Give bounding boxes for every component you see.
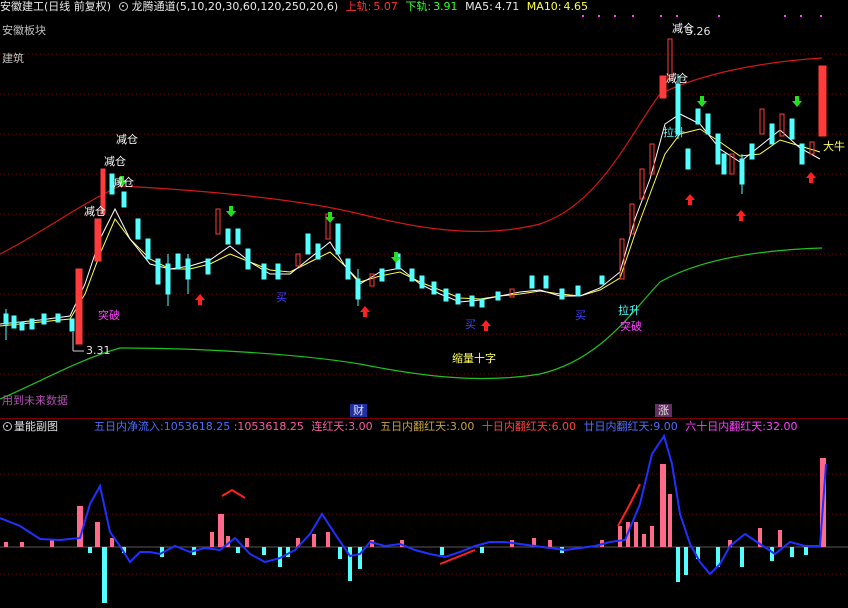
buy-label: 买 [575, 309, 586, 322]
reduce-position-label: 减仓 [666, 72, 688, 85]
stat-value: 3.00 [348, 420, 373, 433]
stat-value: 3.00 [449, 420, 475, 433]
future-data-warning: 用到未来数据 [2, 394, 68, 407]
stat-20day-red: 廿日内翻红天:9.00 [584, 419, 678, 434]
buy-label: 买 [276, 291, 287, 304]
stat-consecutive-red: 连红天:3.00 [311, 419, 372, 434]
breakthrough-label: 突破 [98, 309, 120, 322]
reduce-position-label: 减仓 [112, 176, 134, 189]
buy-label: 买 [465, 318, 476, 331]
top-dot-markers [582, 15, 822, 17]
reduce-position-label: 减仓 [104, 155, 126, 168]
reduce-position-label: 减仓 [84, 205, 106, 218]
flow-line-red-segment [221, 483, 641, 565]
stat-inflow2: :1053618.25 [234, 419, 304, 434]
stat-label: 五日内净流入: [94, 420, 164, 433]
lower-band-value: 3.91 [433, 0, 458, 13]
stat-label: 连红天: [311, 420, 349, 433]
volume-bars-up [4, 458, 826, 547]
upper-band-value: 5.07 [373, 0, 398, 13]
upper-band-label: 上轨: [345, 0, 372, 13]
stat-label: 六十日内翻红天: [685, 420, 766, 433]
lower-band-label: 下轨: [405, 0, 432, 13]
period-label[interactable]: (日线 前复权) [44, 0, 111, 14]
indicator-params: (5,10,20,30,60,120,250,20,6) [175, 0, 339, 13]
grid-lines [0, 53, 848, 375]
stat-value: 1053618.25 [163, 420, 231, 433]
pullup-label: 拉升 [618, 304, 640, 317]
sector-label[interactable]: 建筑 [2, 50, 24, 66]
stat-label: 廿日内翻红天: [583, 420, 654, 433]
ma10-value: 4.65 [563, 0, 589, 13]
stat-value: 6.00 [551, 420, 577, 433]
sub-panel-gear-icon[interactable] [3, 422, 12, 431]
stat-label: 十日内翻红天: [481, 420, 552, 433]
big-bull-label: 大牛 [823, 140, 845, 153]
ma5-value: 4.71 [494, 0, 520, 13]
stat-label: 五日内翻红天: [380, 420, 450, 433]
sub-panel-title[interactable]: 量能副图 [14, 419, 58, 434]
reduce-position-label: 减仓 [116, 133, 138, 146]
flow-line [0, 434, 827, 576]
board-label[interactable]: 安徽板块 [2, 22, 46, 38]
low-price-label: 3.31 [86, 344, 111, 357]
stat-10day-red: 十日内翻红天:6.00 [482, 419, 576, 434]
stat-inflow: 五日内净流入:1053618.25 [94, 419, 230, 434]
stat-value: 9.00 [653, 420, 678, 433]
pullup-label: 拉升 [663, 126, 685, 139]
volume-energy-chart[interactable] [0, 434, 848, 608]
candlestick-chart[interactable] [0, 14, 848, 419]
buy-signal-arrows [195, 172, 816, 331]
ma10-label: MA10: [526, 0, 562, 13]
breakthrough-label: 突破 [620, 320, 642, 333]
reduce-position-label: 减仓 [672, 22, 694, 35]
candle-wicks [5, 74, 743, 340]
stat-60day-red: 六十日内翻红天:32.00 [685, 419, 797, 434]
stat-value: 1053618.25 [237, 420, 304, 433]
indicator-gear-icon[interactable] [118, 2, 128, 11]
stat-5day-red: 五日内翻红天:3.00 [380, 419, 474, 434]
sub-panel-header: 量能副图 五日内净流入:1053618.25 :1053618.25 连红天:3.… [0, 419, 848, 434]
finance-marker[interactable]: 财 [350, 404, 367, 417]
stat-value: 32.00 [766, 420, 798, 433]
shrink-cross-label: 缩量十字 [452, 352, 496, 365]
ma5-label: MA5: [465, 0, 493, 13]
stock-name[interactable]: 安徽建工 [0, 0, 44, 14]
rise-marker[interactable]: 涨 [655, 404, 672, 417]
indicator-name[interactable]: 龙腾通道 [132, 0, 176, 14]
